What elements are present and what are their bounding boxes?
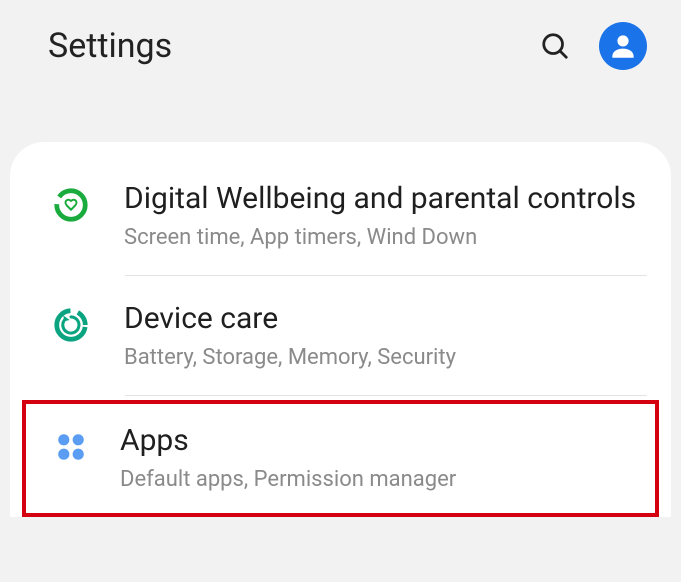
settings-header: Settings (0, 0, 681, 92)
item-text: Apps Default apps, Permission manager (120, 422, 639, 493)
settings-list-card: Digital Wellbeing and parental controls … (10, 142, 671, 517)
item-title: Device care (124, 300, 643, 338)
apps-icon (50, 426, 92, 468)
settings-item-apps[interactable]: Apps Default apps, Permission manager (26, 404, 655, 513)
account-button[interactable] (599, 22, 647, 70)
divider (125, 395, 647, 396)
item-title: Digital Wellbeing and parental controls (124, 180, 643, 218)
settings-item-device-care[interactable]: Device care Battery, Storage, Memory, Se… (10, 276, 671, 395)
settings-item-digital-wellbeing[interactable]: Digital Wellbeing and parental controls … (10, 156, 671, 275)
person-icon (607, 30, 639, 62)
page-title: Settings (48, 26, 511, 66)
digital-wellbeing-icon (50, 184, 92, 226)
item-subtitle: Default apps, Permission manager (120, 466, 639, 494)
item-title: Apps (120, 422, 639, 460)
item-text: Device care Battery, Storage, Memory, Se… (124, 300, 643, 371)
search-icon (540, 31, 570, 61)
item-text: Digital Wellbeing and parental controls … (124, 180, 643, 251)
item-subtitle: Battery, Storage, Memory, Security (124, 344, 643, 372)
device-care-icon (50, 304, 92, 346)
search-button[interactable] (531, 22, 579, 70)
item-subtitle: Screen time, App timers, Wind Down (124, 224, 643, 252)
highlight-apps: Apps Default apps, Permission manager (22, 400, 659, 517)
